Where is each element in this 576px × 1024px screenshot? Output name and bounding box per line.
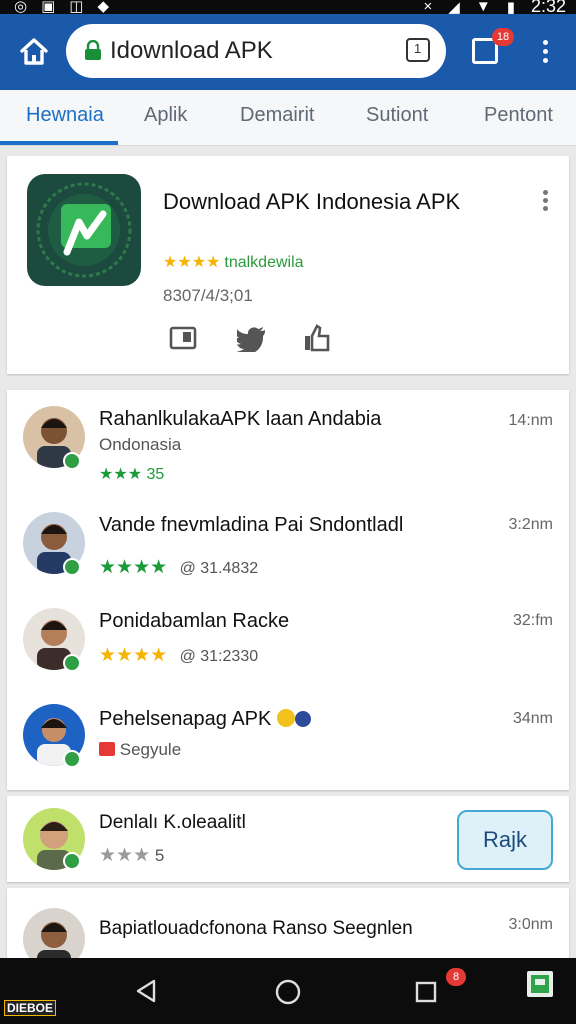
review-title: Vande fnevmladina Pai Sndontladl: [99, 514, 404, 536]
twitter-icon[interactable]: [237, 324, 267, 352]
app-options-icon[interactable]: [541, 190, 549, 214]
rating-stars: ★★★★: [99, 645, 168, 666]
list-item[interactable]: RahanlkulakaAPK laan Andabia Ondonasia ★…: [7, 390, 569, 484]
tab-apps[interactable]: Aplik: [144, 104, 187, 127]
verified-badge-icon: [63, 654, 81, 672]
recents-icon[interactable]: [414, 980, 438, 1004]
review-time: 32:fm: [512, 612, 553, 629]
review-subtitle: Segyule: [119, 740, 182, 759]
url-bar[interactable]: Idownload APK 1: [66, 24, 446, 78]
verified-badge-icon: [63, 452, 81, 470]
rating-stars: ★★★★: [163, 254, 221, 271]
back-icon[interactable]: [134, 978, 158, 1004]
review-card[interactable]: Bapiatlouadcfonona Ranso Seegnlen 3:0nm: [7, 888, 569, 970]
rating-stars: ★★★: [99, 845, 151, 866]
tab-bar: Hewnaia Aplik Demairit Sutiont Pentont: [0, 90, 576, 146]
tab-content[interactable]: Pentont: [484, 104, 553, 127]
status-bar: ◎ ▣ ◫ ◆ × ◢ ▼ ▮ 2:32: [0, 0, 576, 16]
rating-count: 5: [154, 846, 165, 865]
review-time: 14:nm: [508, 412, 553, 429]
rate-rating: ★★★ 5: [99, 844, 164, 867]
recents-badge: 8: [446, 968, 466, 986]
youtube-icon: [99, 742, 115, 756]
like-icon[interactable]: [303, 324, 333, 352]
review-rating: ★★★★ @ 31:2330: [99, 644, 258, 667]
app-shortcut-icon[interactable]: [526, 970, 554, 998]
app-card[interactable]: Download APK Indonesia APK ★★★★ tnalkdewi…: [7, 156, 569, 374]
overflow-menu-icon[interactable]: [540, 40, 550, 68]
share-icon[interactable]: [169, 324, 199, 352]
rate-button[interactable]: Rajk: [457, 810, 553, 870]
active-tab-indicator: [0, 141, 118, 145]
review-title: RahanlkulakaAPK laan Andabia: [99, 408, 382, 430]
review-rating: ★★★ 35: [99, 464, 164, 484]
list-item[interactable]: Vande fnevmladina Pai Sndontladl ★★★★ @ …: [7, 496, 569, 588]
mute-icon: ×: [423, 0, 433, 15]
review-meta: @ 31:2330: [179, 648, 259, 665]
lock-icon: [85, 40, 101, 60]
rating-stars: ★★★: [99, 466, 143, 483]
review-title: Ponidabamlan Racke: [99, 610, 290, 632]
emoji-icon: [276, 709, 295, 727]
tab-download[interactable]: Demairit: [240, 104, 314, 127]
review-source: Segyule: [99, 740, 181, 760]
review-rating: ★★★★ @ 31.4832: [99, 556, 258, 579]
tab-count: 1: [414, 41, 422, 56]
verified-badge-icon: [63, 750, 81, 768]
app-meta: 8307/4/3;01: [163, 286, 253, 305]
list-item[interactable]: Pehelsenapag APK Segyule 34nm: [7, 688, 569, 780]
tab-switcher-button[interactable]: 1: [406, 38, 430, 62]
list-item[interactable]: Ponidabamlan Racke ★★★★ @ 31:2330 32:fm: [7, 592, 569, 684]
review-meta: @ 31.4832: [179, 560, 259, 577]
notification-badge: 18: [492, 28, 514, 46]
verified-badge-icon: [63, 852, 81, 870]
reviews-card: RahanlkulakaAPK laan Andabia Ondonasia ★…: [7, 390, 569, 790]
review-title: Pehelsenapag APK: [99, 708, 311, 731]
image-icon: ◫: [69, 0, 84, 15]
rate-card: Denlalı K.oleaalitl ★★★ 5 Rajk: [7, 796, 569, 882]
app-title: Download APK Indonesia APK: [163, 189, 461, 214]
watermark-logo: DIEBOE: [4, 1000, 57, 1016]
review-title-text: Pehelsenapag APK: [99, 708, 272, 730]
rating-count: 35: [146, 466, 165, 483]
verified-badge-icon: [63, 558, 81, 576]
globe-icon: [294, 711, 311, 727]
tab-home[interactable]: Hewnaia: [26, 104, 104, 127]
home-icon: [20, 38, 48, 65]
notification-icon: ◎: [14, 0, 28, 15]
review-time: 3:2nm: [508, 516, 553, 533]
gallery-icon: ▣: [41, 0, 56, 15]
home-button[interactable]: [18, 36, 50, 68]
review-time: 3:0nm: [508, 916, 553, 933]
system-nav-bar: 8 DIEBOE: [0, 958, 576, 1024]
browser-toolbar: Idownload APK 1 18: [0, 14, 576, 90]
rate-user-name: Denlalı K.oleaalitl: [99, 812, 246, 833]
rating-text: tnalkdewila: [224, 254, 304, 271]
review-time: 34nm: [512, 710, 553, 727]
location-icon: ◆: [97, 0, 110, 15]
app-icon: [27, 174, 141, 286]
app-rating: ★★★★ tnalkdewila: [163, 252, 304, 272]
wifi-icon: ▼: [475, 0, 491, 15]
home-nav-icon[interactable]: [274, 978, 302, 1006]
review-subtitle: Ondonasia: [99, 435, 182, 454]
url-text: Idownload APK: [110, 37, 273, 64]
review-title: Bapiatlouadcfonona Ranso Seegnlen: [99, 918, 413, 939]
tab-section[interactable]: Sutiont: [366, 104, 428, 127]
rating-stars: ★★★★: [99, 557, 168, 578]
